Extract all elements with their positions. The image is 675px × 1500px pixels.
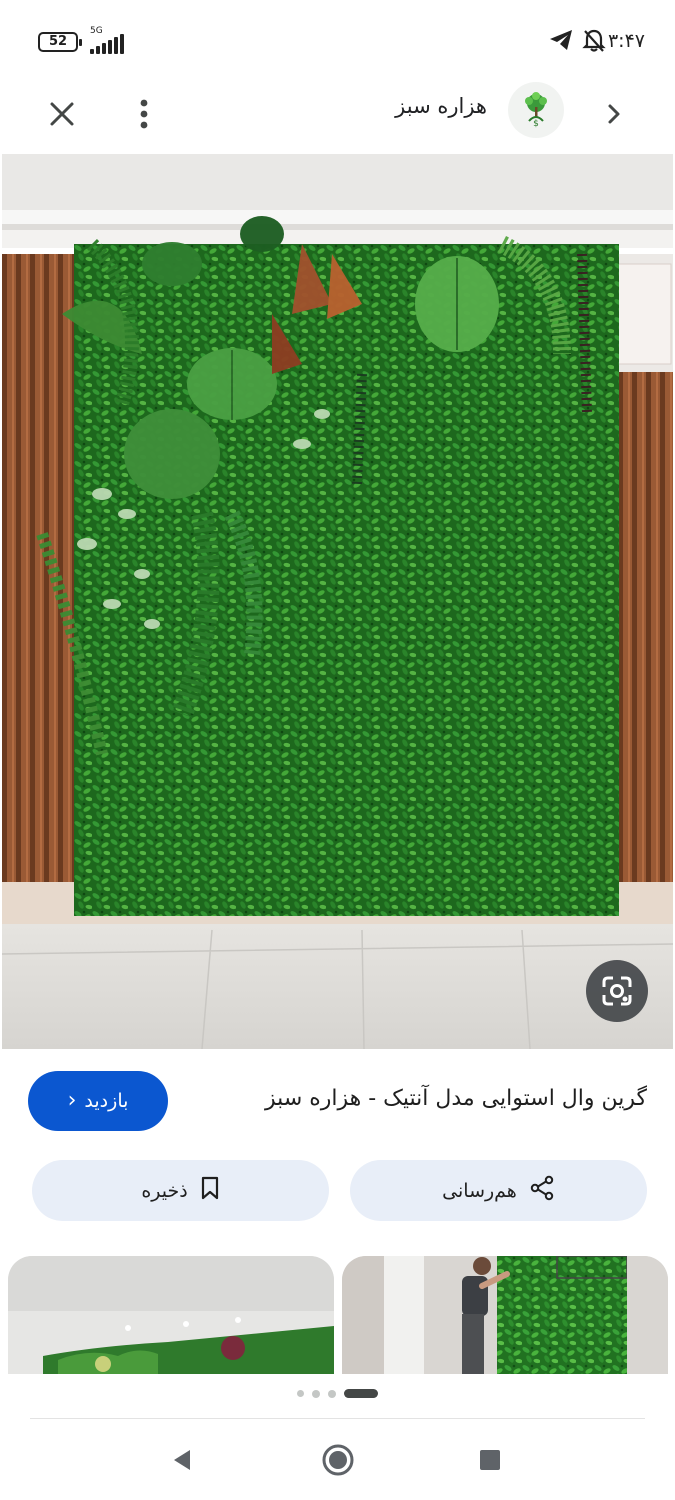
carousel-indicator: [0, 1389, 675, 1398]
signal-icon: [90, 34, 124, 54]
home-circle-icon: [322, 1444, 354, 1476]
back-triangle-icon: [174, 1450, 190, 1470]
image-title: گرین وال استوایی مدل آنتیک - هزاره سبز: [265, 1086, 647, 1111]
save-label: ذخیره: [141, 1179, 188, 1202]
site-logo[interactable]: $: [508, 82, 564, 138]
bookmark-icon: [200, 1176, 220, 1205]
save-button[interactable]: ذخیره: [32, 1160, 329, 1221]
telegram-icon: [548, 28, 574, 56]
green-wall-photo: [2, 154, 673, 1049]
carousel-dot-active: [344, 1389, 378, 1398]
status-bar: 52 5G ۳:۴۷: [0, 0, 675, 80]
more-vert-icon: [140, 99, 148, 129]
recents-square-icon: [480, 1450, 500, 1470]
share-icon: [529, 1175, 555, 1206]
bell-off-icon: [582, 28, 606, 58]
main-image[interactable]: [2, 154, 673, 1049]
chevron-right-icon: [608, 104, 620, 124]
divider: [30, 1418, 645, 1419]
chevron-left-icon: ‹: [67, 1088, 77, 1113]
network-indicator: 5G: [90, 26, 134, 54]
share-label: هم‌رسانی: [442, 1179, 517, 1202]
close-button[interactable]: [40, 92, 84, 136]
nav-home-button[interactable]: [318, 1440, 358, 1480]
related-image-1[interactable]: [8, 1256, 334, 1374]
visit-label: بازدید: [84, 1090, 129, 1112]
top-app-bar: هزاره سبز $: [0, 80, 675, 150]
carousel-dot: [328, 1389, 336, 1398]
google-lens-icon: [602, 976, 632, 1006]
forward-button[interactable]: [592, 92, 636, 136]
battery-indicator: 52: [38, 32, 82, 52]
nav-recents-button[interactable]: [470, 1440, 510, 1480]
carousel-dot: [297, 1390, 304, 1397]
close-icon: [50, 102, 74, 126]
share-button[interactable]: هم‌رسانی: [350, 1160, 647, 1221]
related-image-2[interactable]: [342, 1256, 668, 1374]
svg-text:$: $: [533, 119, 539, 129]
nav-back-button[interactable]: [162, 1440, 202, 1480]
visit-button[interactable]: بازدید ‹: [28, 1071, 168, 1131]
google-lens-button[interactable]: [586, 960, 648, 1022]
site-name[interactable]: هزاره سبز: [395, 94, 487, 118]
more-options-button[interactable]: [122, 92, 166, 136]
clock: ۳:۴۷: [607, 30, 645, 52]
carousel-dot: [312, 1389, 320, 1398]
